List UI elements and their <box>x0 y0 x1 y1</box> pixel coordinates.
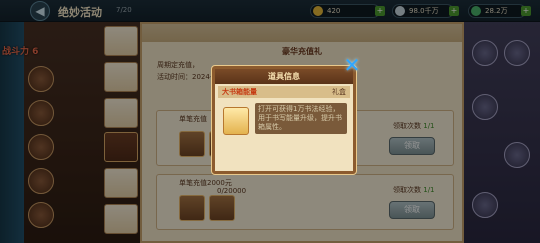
item-info-popup: 道具信息 大书箱能量 礼盒 打开可获得1万书法经验，用于书写能量升级，提升书箱属… <box>212 66 356 174</box>
close-icon[interactable]: ✕ <box>342 55 362 76</box>
item-type: 礼盒 <box>332 88 346 96</box>
popup-title-bar: 道具信息 <box>215 69 353 84</box>
game-screen: ◀ 绝妙活动 7/20 420 + 98.0千万 + 28.2万 + 战斗力 6 <box>0 0 540 243</box>
item-description: 打开可获得1万书法经验，用于书写能量升级，提升书箱属性。 <box>255 103 347 134</box>
popup-title: 道具信息 <box>268 72 300 81</box>
item-header-row: 大书箱能量 礼盒 <box>218 86 350 98</box>
item-name: 大书箱能量 <box>222 88 257 96</box>
treasure-chest-icon <box>223 107 249 135</box>
